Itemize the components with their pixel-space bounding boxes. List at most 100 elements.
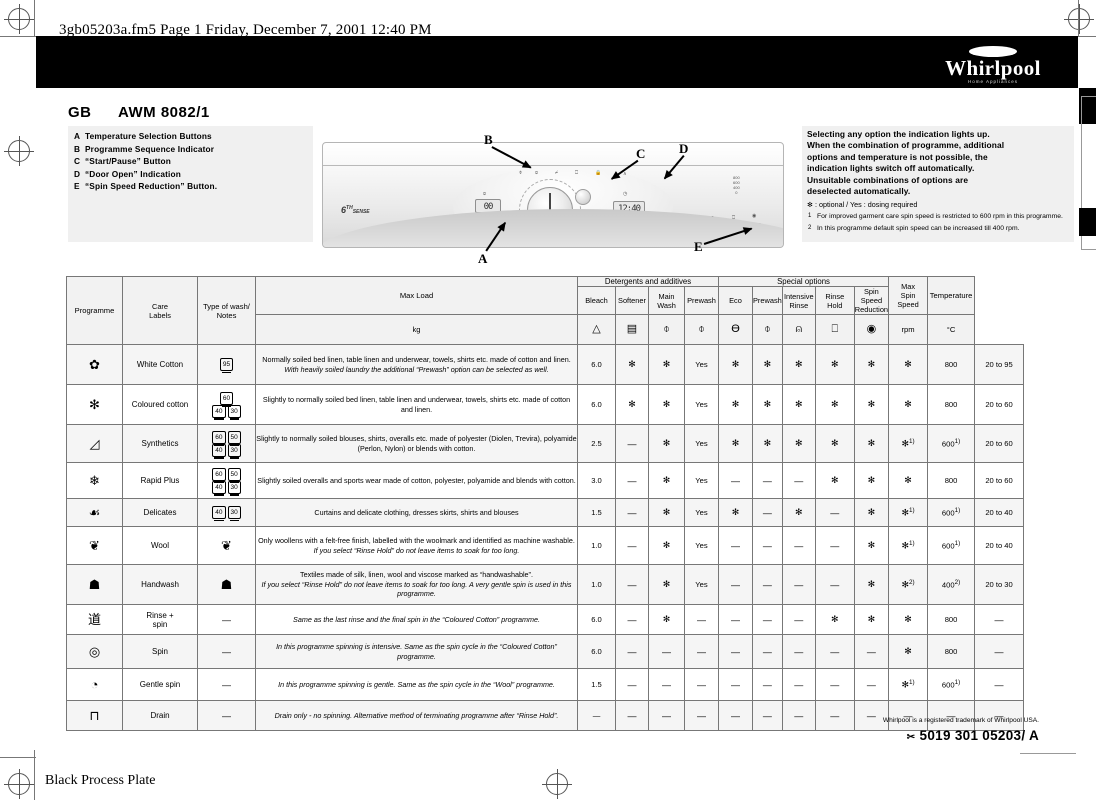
asterisk-icon: ✻: [662, 475, 671, 485]
type-of-wash-cell: Slightly to normally soiled blouses, shi…: [255, 424, 578, 463]
asterisk-icon: ✻: [904, 646, 912, 656]
bleach-cell: ✻: [615, 384, 649, 425]
programme-name-cell: White Cotton: [122, 344, 198, 385]
care-label: 50: [227, 467, 241, 483]
six-sense-logo: 6THSENSE: [341, 205, 370, 215]
temperature-cell: 20 to 60: [974, 424, 1025, 463]
rinse-hold-cell: ✻: [853, 526, 890, 565]
col-header-temperature: Temperature: [927, 276, 976, 315]
rinse-hold-cell: ✻: [853, 604, 890, 635]
eco-cell: —: [752, 668, 783, 701]
care-labels-cell: ☗: [197, 564, 256, 605]
care-labels-cell: —: [197, 604, 256, 635]
dash-icon: —: [830, 507, 840, 518]
table-row: ⊓ Drain — Drain only - no spinning. Alterna…: [66, 700, 1025, 731]
icon-prewash-2: ⌽: [752, 314, 783, 345]
temperature-cell: 20 to 30: [974, 564, 1025, 605]
intensive-rinse-cell: —: [814, 564, 855, 605]
prewash-cell: —: [718, 634, 753, 669]
option-icon-spin-reduction: ◉: [752, 213, 757, 219]
notes-line-2: When the combination of programme, addit…: [807, 140, 1005, 151]
care-labels-cell: 40 30: [197, 498, 256, 527]
spin-speed-reduction-cell: ✻: [888, 604, 929, 635]
care-label: 40: [212, 506, 226, 521]
eco-cell: ✻: [752, 424, 783, 463]
notes-plain: Slightly to normally soiled bed linen, t…: [262, 395, 571, 414]
dash-icon: —: [731, 710, 740, 721]
notes-italic: In this programme spinning is gentle. Sa…: [278, 679, 555, 689]
notes-italic: If you select “Rinse Hold” do not leave …: [313, 545, 520, 555]
max-load-cell: 6.0: [577, 634, 616, 669]
programme-icon-cell: ☙: [66, 498, 123, 527]
footnote-ref: 1): [909, 679, 915, 687]
table-row: ❦ Wool ❦ Only woollens with a felt-free fin…: [66, 526, 1025, 565]
start-pause-button[interactable]: [575, 189, 591, 205]
handwash-care-icon: ☗: [220, 577, 233, 592]
bleach-cell: —: [615, 604, 649, 635]
temperature-icon: ⍝: [483, 191, 487, 197]
asterisk-icon: ✻: [901, 679, 909, 690]
prewash-cell: —: [718, 668, 753, 701]
dash-icon: —: [794, 679, 804, 690]
prewash-2-cell: —: [781, 564, 816, 605]
programme-name-cell: Gentle spin: [122, 668, 198, 701]
bleach-cell: —: [615, 564, 649, 605]
registration-mark-bottom-center: [542, 769, 572, 799]
intensive-rinse-cell: —: [814, 526, 855, 565]
dash-icon: —: [627, 438, 637, 449]
document-code: ✂ 5019 301 05203/ A: [907, 728, 1039, 743]
prewash-cell: ✻: [718, 344, 753, 385]
max-spin-speed-cell: 800: [927, 344, 976, 385]
icon-eco: ϴ: [718, 314, 753, 345]
main-wash-cell: —: [684, 634, 719, 669]
asterisk-icon: ✻: [901, 507, 909, 518]
icon-softener: ▤: [615, 314, 649, 345]
care-label: 30: [227, 506, 241, 521]
header-banner: Whirlpool Home Appliances: [36, 36, 1078, 88]
care-label: 60: [219, 391, 234, 407]
asterisk-icon: ✻: [731, 359, 740, 369]
col-header-max-load: Max Load: [255, 276, 578, 315]
footnote-ref: 2): [909, 579, 915, 587]
legend-item-e: E “Spin Speed Reduction” Button.: [74, 180, 307, 193]
intensive-rinse-cell: ✻: [814, 384, 855, 425]
temperature-cell: —: [974, 668, 1025, 701]
care-label: 40: [212, 443, 226, 459]
footnote-1-text: For improved garment care spin speed is …: [817, 213, 1063, 221]
icon-bleach: △: [577, 314, 616, 345]
asterisk-icon: ✻: [904, 475, 912, 485]
asterisk-icon: ✻: [867, 438, 876, 448]
callout-letter-e: E: [694, 239, 703, 254]
prewash-2-cell: —: [781, 604, 816, 635]
footer-rule: [1020, 753, 1076, 754]
main-wash-cell: Yes: [684, 384, 719, 425]
programme-icon-cell: ☗: [66, 564, 123, 605]
coloured-cotton-icon: ✻: [89, 397, 100, 412]
asterisk-icon: ✻: [794, 507, 803, 517]
asterisk-icon: ✻: [662, 359, 671, 369]
programme-icon-cell: ❄: [66, 462, 123, 499]
max-load-cell: 3.0: [577, 462, 616, 499]
asterisk-icon: ✻: [662, 438, 671, 448]
asterisk-icon: ✻: [830, 475, 839, 485]
programme-name-cell: Delicates: [122, 498, 198, 527]
asterisk-icon: ✻: [830, 614, 839, 624]
care-labels-cell: ❦: [197, 526, 256, 565]
rinse-hold-cell: —: [853, 668, 890, 701]
eco-cell: ✻: [752, 344, 783, 385]
dash-icon: —: [222, 646, 231, 657]
temperature-cell: 20 to 40: [974, 526, 1025, 565]
registration-mark-mid-left: [4, 136, 34, 166]
dash-icon: —: [762, 679, 772, 690]
notes-plain: Slightly to normally soiled blouses, shi…: [256, 434, 577, 453]
dash-icon: —: [662, 646, 671, 657]
type-of-wash-cell: Normally soiled bed linen, table linen a…: [255, 344, 578, 385]
prewash-cell: —: [718, 564, 753, 605]
col-header-spin-speed-reduction: Spin Speed Reduction: [853, 286, 890, 315]
sequence-icon-spin: ⌿: [555, 170, 559, 176]
asterisk-icon: ✻: [867, 359, 876, 369]
notes-plain: Textiles made of silk, linen, wool and v…: [300, 570, 533, 580]
spin-speed-reduction-cell: ✻: [888, 634, 929, 669]
legend-item-b: B Programme Sequence Indicator: [74, 143, 307, 156]
dash-icon: —: [731, 679, 740, 690]
